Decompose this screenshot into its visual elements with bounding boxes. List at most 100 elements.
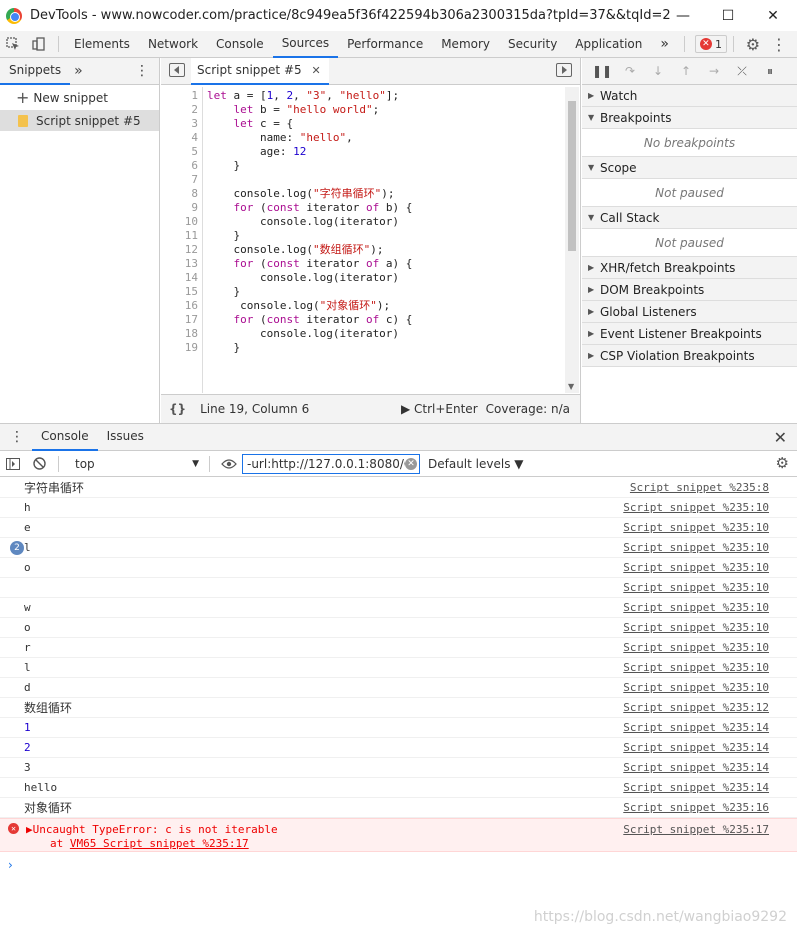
source-link[interactable]: Script snippet %235:12 [623, 701, 769, 714]
console-message-text: o [24, 621, 31, 634]
section-call-stack[interactable]: ▼ Call Stack [582, 207, 797, 229]
source-link[interactable]: Script snippet %235:14 [623, 741, 769, 754]
stack-source-link[interactable]: VM65 Script snippet %235:17 [70, 837, 249, 850]
source-link[interactable]: Script snippet %235:17 [623, 823, 769, 836]
console-message-row: 数组循环 Script snippet %235:12 [0, 698, 797, 718]
editor-tab-snippet[interactable]: Script snippet #5 ✕ [191, 57, 329, 85]
console-settings-gear-icon[interactable]: ⚙ [776, 454, 789, 472]
tab-security[interactable]: Security [499, 31, 566, 58]
collapsed-triangle-icon: ▶ [588, 307, 595, 316]
window-title: DevTools - www.nowcoder.com/practice/8c9… [30, 8, 670, 23]
snippets-navigator: Snippets » ⋮ + New snippet Script snippe… [0, 58, 160, 423]
pretty-print-icon[interactable]: {} [169, 402, 186, 416]
settings-gear-icon[interactable]: ⚙ [740, 31, 766, 57]
source-link[interactable]: Script snippet %235:10 [623, 541, 769, 554]
error-message[interactable]: ▶Uncaught TypeError: c is not iterable [26, 823, 278, 836]
source-link[interactable]: Script snippet %235:10 [623, 641, 769, 654]
section-scope[interactable]: ▼ Scope [582, 157, 797, 179]
more-tabs-button[interactable]: » [651, 31, 678, 58]
run-snippet-button[interactable]: ▶ Ctrl+Enter [401, 402, 478, 416]
source-link[interactable]: Script snippet %235:10 [623, 521, 769, 534]
error-count-badge[interactable]: ✕ 1 [694, 35, 727, 53]
section-label: XHR/fetch Breakpoints [600, 260, 736, 275]
source-link[interactable]: Script snippet %235:10 [623, 681, 769, 694]
tab-memory[interactable]: Memory [432, 31, 499, 58]
tab-elements[interactable]: Elements [65, 31, 139, 58]
toggle-navigator-icon[interactable] [169, 63, 185, 77]
toolbar-divider [58, 455, 59, 472]
live-expression-eye-icon[interactable] [216, 451, 242, 477]
console-filter-input[interactable]: -url:http://127.0.0.1:8080/Ces ✕ [242, 453, 420, 474]
log-levels-dropdown[interactable]: Default levels ▼ [428, 457, 524, 471]
close-drawer-icon[interactable]: ✕ [774, 428, 787, 447]
section-empty-message: Not paused [582, 229, 797, 257]
source-link[interactable]: Script snippet %235:14 [623, 721, 769, 734]
tab-sources[interactable]: Sources [272, 31, 339, 58]
scroll-down-arrow-icon[interactable]: ▼ [568, 382, 574, 391]
tab-application[interactable]: Application [566, 31, 651, 58]
source-link[interactable]: Script snippet %235:16 [623, 801, 769, 814]
source-link[interactable]: Script snippet %235:10 [623, 561, 769, 574]
device-toolbar-icon[interactable] [26, 31, 52, 57]
editor-scrollbar[interactable]: ▼ [565, 87, 579, 393]
scrollbar-thumb[interactable] [568, 101, 576, 251]
code-content[interactable]: let a = [1, 2, "3", "hello"]; let b = "h… [207, 87, 563, 393]
toolbar-divider [209, 455, 210, 472]
pause-icon[interactable]: ❚❚ [588, 64, 616, 78]
deactivate-breakpoints-icon[interactable]: ⤫ [728, 64, 756, 79]
source-link[interactable]: Script snippet %235:14 [623, 761, 769, 774]
navigator-more-icon[interactable]: » [74, 63, 83, 79]
step-into-icon[interactable]: ↓ [644, 64, 672, 78]
section-csp-violation-breakpoints[interactable]: ▶ CSP Violation Breakpoints [582, 345, 797, 367]
snippets-tab[interactable]: Snippets [0, 58, 71, 85]
pause-on-exceptions-icon[interactable]: ⏸ [756, 64, 784, 79]
expanded-triangle-icon: ▼ [588, 213, 595, 222]
section-label: Breakpoints [600, 110, 672, 125]
console-message-text: h [24, 501, 31, 514]
section-xhr-fetch-breakpoints[interactable]: ▶ XHR/fetch Breakpoints [582, 257, 797, 279]
clear-console-icon[interactable] [26, 451, 52, 477]
tab-issues[interactable]: Issues [98, 424, 153, 451]
console-prompt[interactable]: › [8, 858, 13, 872]
section-watch[interactable]: ▶ Watch [582, 85, 797, 107]
navigator-menu-icon[interactable]: ⋮ [135, 63, 149, 79]
clear-filter-icon[interactable]: ✕ [405, 457, 417, 470]
source-link[interactable]: Script snippet %235:14 [623, 781, 769, 794]
step-over-icon[interactable]: ↷ [616, 64, 644, 78]
console-error-row[interactable]: ✕ ▶Uncaught TypeError: c is not iterable a… [0, 818, 797, 852]
show-sidebar-icon[interactable] [0, 451, 26, 477]
tab-performance[interactable]: Performance [338, 31, 432, 58]
section-breakpoints[interactable]: ▼ Breakpoints [582, 107, 797, 129]
source-link[interactable]: Script snippet %235:8 [630, 481, 769, 494]
tab-close-icon[interactable]: ✕ [311, 64, 320, 77]
drawer-menu-icon[interactable]: ⋮ [10, 429, 24, 445]
tab-network[interactable]: Network [139, 31, 207, 58]
source-link[interactable]: Script snippet %235:10 [623, 581, 769, 594]
toggle-debugger-icon[interactable] [556, 63, 572, 77]
step-out-icon[interactable]: ↑ [672, 64, 700, 78]
source-link[interactable]: Script snippet %235:10 [623, 601, 769, 614]
snippet-item[interactable]: Script snippet #5 [0, 110, 159, 131]
section-event-listener-breakpoints[interactable]: ▶ Event Listener Breakpoints [582, 323, 797, 345]
minimize-button[interactable]: — [660, 0, 706, 31]
source-link[interactable]: Script snippet %235:10 [623, 621, 769, 634]
repeat-count-badge: 2 [10, 541, 24, 555]
section-global-listeners[interactable]: ▶ Global Listeners [582, 301, 797, 323]
section-dom-breakpoints[interactable]: ▶ DOM Breakpoints [582, 279, 797, 301]
inspect-element-icon[interactable] [0, 31, 26, 57]
maximize-button[interactable]: ☐ [705, 0, 751, 31]
toolbar-divider [732, 36, 734, 52]
customize-menu-icon[interactable]: ⋮ [766, 31, 792, 57]
source-link[interactable]: Script snippet %235:10 [623, 661, 769, 674]
new-snippet-button[interactable]: + New snippet [0, 85, 159, 110]
close-window-button[interactable]: ✕ [750, 0, 796, 31]
tab-console[interactable]: Console [207, 31, 273, 58]
console-message-text: 3 [24, 761, 31, 774]
code-editor: Script snippet #5 ✕ 1 2 3 4 5 6 7 8 9 10… [161, 57, 581, 423]
console-message-row: w Script snippet %235:10 [0, 598, 797, 618]
context-selector[interactable]: top ▼ [69, 454, 203, 474]
source-link[interactable]: Script snippet %235:10 [623, 501, 769, 514]
console-message-text: 数组循环 [24, 701, 73, 715]
tab-console[interactable]: Console [32, 424, 98, 451]
step-icon[interactable]: → [700, 64, 728, 78]
